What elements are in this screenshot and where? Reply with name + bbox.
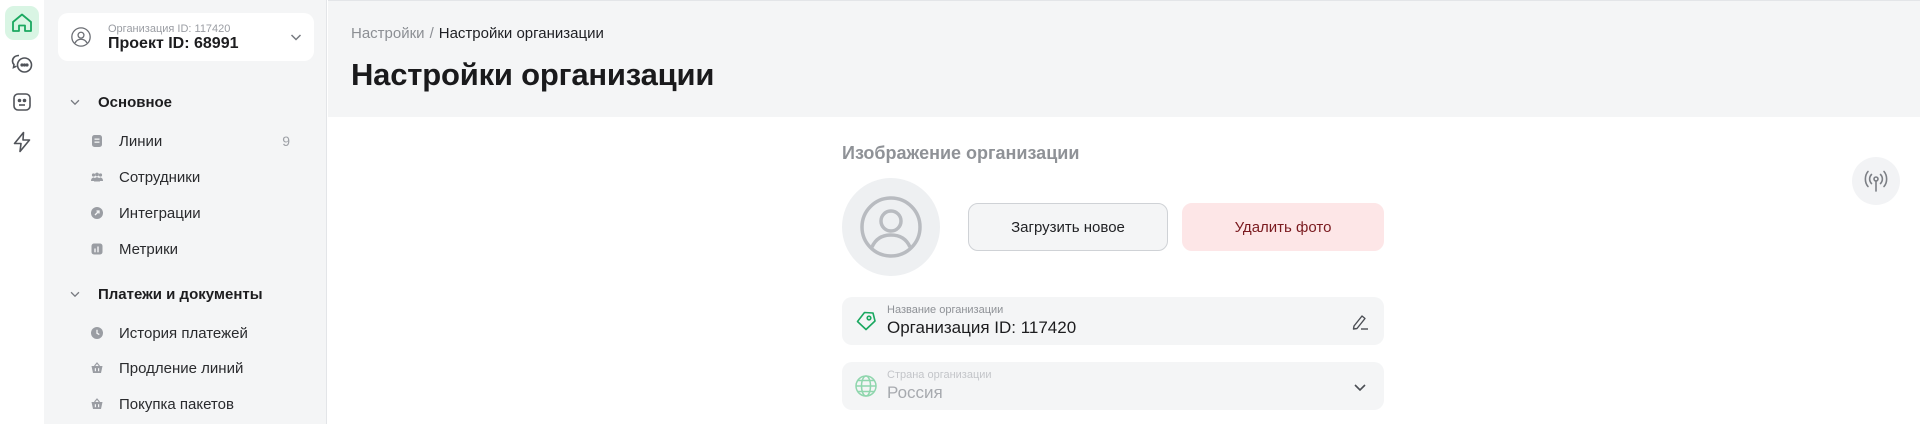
sidebar-item-metrics[interactable]: Метрики bbox=[90, 237, 290, 261]
page-header: Настройки / Настройки организации Настройк… bbox=[328, 0, 1920, 117]
user-avatar-icon bbox=[71, 27, 91, 47]
org-name-field[interactable]: Название организации Организация ID: 117… bbox=[842, 297, 1384, 345]
rail-bot-button[interactable] bbox=[5, 85, 39, 119]
org-name-value: Организация ID: 117420 bbox=[887, 318, 1077, 337]
sidebar-item-label: Метрики bbox=[119, 240, 179, 258]
org-country-label: Страна организации bbox=[887, 369, 992, 381]
rail-home-button[interactable] bbox=[5, 6, 39, 40]
org-avatar bbox=[842, 178, 940, 276]
metrics-icon bbox=[90, 242, 104, 256]
section-payments-toggle[interactable]: Платежи и документы bbox=[68, 284, 263, 304]
sidebar-item-payment-history[interactable]: История платежей bbox=[90, 321, 290, 345]
rail-lightning-button[interactable] bbox=[5, 125, 39, 159]
basket-icon bbox=[90, 361, 104, 375]
breadcrumb-current: Настройки организации bbox=[438, 25, 604, 42]
org-country-value: Россия bbox=[887, 383, 943, 402]
delete-photo-button[interactable]: Удалить фото bbox=[1182, 203, 1384, 251]
rail-chats-button[interactable] bbox=[5, 46, 39, 80]
chevron-down-icon bbox=[70, 291, 80, 298]
chevron-down-icon bbox=[1354, 384, 1366, 392]
org-image-section-label: Изображение организации bbox=[842, 143, 1080, 163]
sidebar-item-label: Покупка пакетов bbox=[119, 395, 234, 413]
sidebar-item-label: Сотрудники bbox=[119, 168, 201, 186]
sidebar-item-label: Линии bbox=[119, 132, 163, 150]
org-country-select[interactable]: Страна организации Россия bbox=[842, 362, 1384, 410]
basket-icon bbox=[90, 397, 104, 411]
section-main-toggle[interactable]: Основное bbox=[68, 92, 172, 112]
breadcrumb-settings-link[interactable]: Настройки bbox=[351, 25, 425, 42]
globe-icon bbox=[855, 375, 877, 397]
lines-icon bbox=[90, 134, 104, 148]
org-name-label: Название организации bbox=[887, 304, 1004, 316]
edit-pencil-icon[interactable] bbox=[1350, 312, 1370, 332]
page-title: Настройки организации bbox=[351, 57, 715, 92]
broadcast-icon bbox=[1864, 170, 1888, 192]
chats-icon bbox=[11, 54, 33, 73]
sidebar-item-label: История платежей bbox=[119, 324, 248, 342]
sidebar-item-label: Интеграции bbox=[119, 204, 201, 222]
tag-icon bbox=[856, 311, 876, 331]
broadcast-button[interactable] bbox=[1852, 157, 1900, 205]
sidebar-item-employees[interactable]: Сотрудники bbox=[90, 165, 290, 189]
sidebar-item-lines[interactable]: Линии 9 bbox=[90, 129, 290, 153]
sidebar-item-line-renewal[interactable]: Продление линий bbox=[90, 356, 290, 380]
org-selector-title: Проект ID: 68991 bbox=[108, 35, 239, 52]
org-selector[interactable]: Организация ID: 117420 Проект ID: 68991 bbox=[58, 13, 314, 61]
lightning-icon bbox=[13, 131, 31, 153]
upload-new-image-button[interactable]: Загрузить новое bbox=[968, 203, 1168, 251]
payment-history-icon bbox=[90, 326, 104, 340]
bot-icon bbox=[13, 93, 31, 111]
chevron-down-icon bbox=[70, 99, 80, 106]
section-main-title: Основное bbox=[98, 93, 173, 111]
user-placeholder-icon bbox=[860, 196, 922, 258]
home-icon bbox=[12, 13, 32, 32]
integrations-icon bbox=[90, 206, 104, 220]
section-payments-title: Платежи и документы bbox=[98, 285, 263, 303]
breadcrumb: Настройки / Настройки организации bbox=[351, 25, 604, 42]
sidebar-item-label: Продление линий bbox=[119, 359, 244, 377]
icon-rail bbox=[0, 0, 44, 424]
sidebar-item-count: 9 bbox=[282, 133, 290, 149]
employees-icon bbox=[90, 170, 104, 184]
sidebar: Организация ID: 117420 Проект ID: 68991 … bbox=[44, 0, 327, 424]
org-selector-subtitle: Организация ID: 117420 bbox=[108, 23, 231, 35]
sidebar-item-integrations[interactable]: Интеграции bbox=[90, 201, 290, 225]
chevron-down-icon bbox=[290, 34, 302, 41]
sidebar-item-package-purchase[interactable]: Покупка пакетов bbox=[90, 392, 290, 416]
breadcrumb-separator: / bbox=[429, 25, 434, 42]
